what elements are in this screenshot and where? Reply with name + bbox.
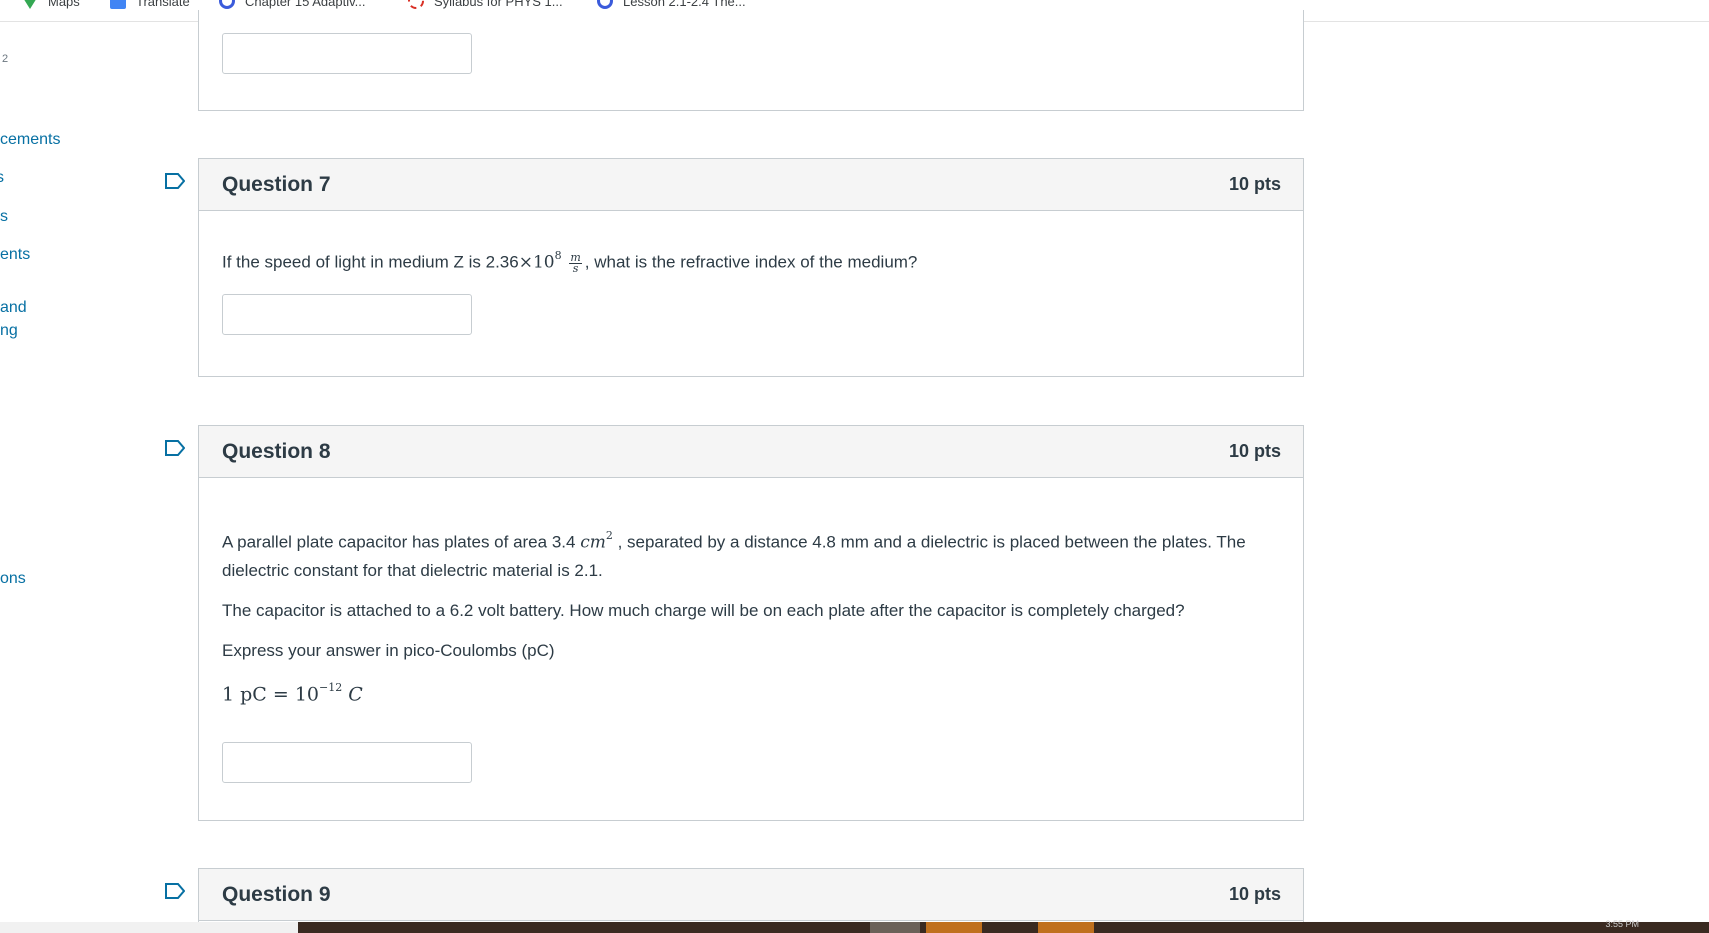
question-7-card: Question 7 10 pts If the speed of light …	[198, 158, 1304, 377]
question-9-header: Question 9 10 pts	[199, 869, 1303, 921]
nav-small-label: 2	[2, 53, 9, 65]
taskbar: 3:55 PM	[0, 919, 1709, 933]
course-navigation: 2 cements s s ents and ng ons	[0, 22, 150, 922]
taskbar-clock: 3:55 PM	[1605, 919, 1639, 929]
question-7-title: Question 7	[222, 172, 331, 196]
question-7-header: Question 7 10 pts	[199, 159, 1303, 211]
bookmark-translate[interactable]: Translate	[110, 0, 190, 11]
question-8-title: Question 8	[222, 439, 331, 463]
flag-question-8-icon[interactable]	[165, 440, 185, 456]
question-8-header: Question 8 10 pts	[199, 426, 1303, 478]
question-9-points: 10 pts	[1228, 884, 1281, 904]
taskbar-dark-area	[298, 922, 1709, 933]
quiz-icon	[597, 0, 613, 9]
maps-icon	[22, 0, 38, 9]
question-9-card: Question 9 10 pts	[198, 868, 1304, 928]
question-9-title: Question 9	[222, 882, 331, 906]
question-8-paragraph-3: Express your answer in pico-Coulombs (pC…	[222, 640, 555, 660]
syllabus-icon	[408, 0, 424, 9]
question-8-paragraph-2: The capacitor is attached to a 6.2 volt …	[222, 600, 1185, 620]
question-8-equation: 1 pC = 10−12 C	[222, 680, 363, 705]
quiz-icon	[219, 0, 235, 9]
unit-fraction: ms	[569, 250, 582, 275]
question-8-card: Question 8 10 pts A parallel plate capac…	[198, 425, 1304, 821]
nav-item-and[interactable]: and	[0, 297, 27, 319]
flag-question-9-icon[interactable]	[165, 883, 185, 899]
translate-icon	[110, 0, 126, 9]
nav-item-assignments[interactable]: ents	[0, 244, 30, 266]
nav-item-questions[interactable]: ons	[0, 568, 26, 590]
flag-question-7-icon[interactable]	[165, 173, 185, 189]
nav-item-clipped[interactable]: s	[0, 167, 4, 189]
question-6-answer-input[interactable]	[222, 33, 472, 74]
question-7-text: If the speed of light in medium Z is 2.3…	[222, 249, 918, 275]
question-8-answer-input[interactable]	[222, 741, 472, 783]
nav-item-announcements[interactable]: cements	[0, 129, 60, 151]
question-8-paragraph-1: A parallel plate capacitor has plates of…	[222, 529, 1246, 580]
question-8-points: 10 pts	[1228, 441, 1281, 461]
bookmark-maps[interactable]: Maps	[22, 0, 80, 11]
question-7-points: 10 pts	[1228, 174, 1281, 194]
nav-item-ng[interactable]: ng	[0, 320, 18, 342]
nav-item-clipped-2[interactable]: s	[0, 206, 8, 228]
taskbar-app-3[interactable]	[1038, 922, 1094, 933]
taskbar-app-2[interactable]	[926, 922, 982, 933]
taskbar-app-1[interactable]	[870, 922, 920, 933]
question-7-answer-input[interactable]	[222, 293, 472, 335]
question-6-card	[198, 10, 1304, 111]
